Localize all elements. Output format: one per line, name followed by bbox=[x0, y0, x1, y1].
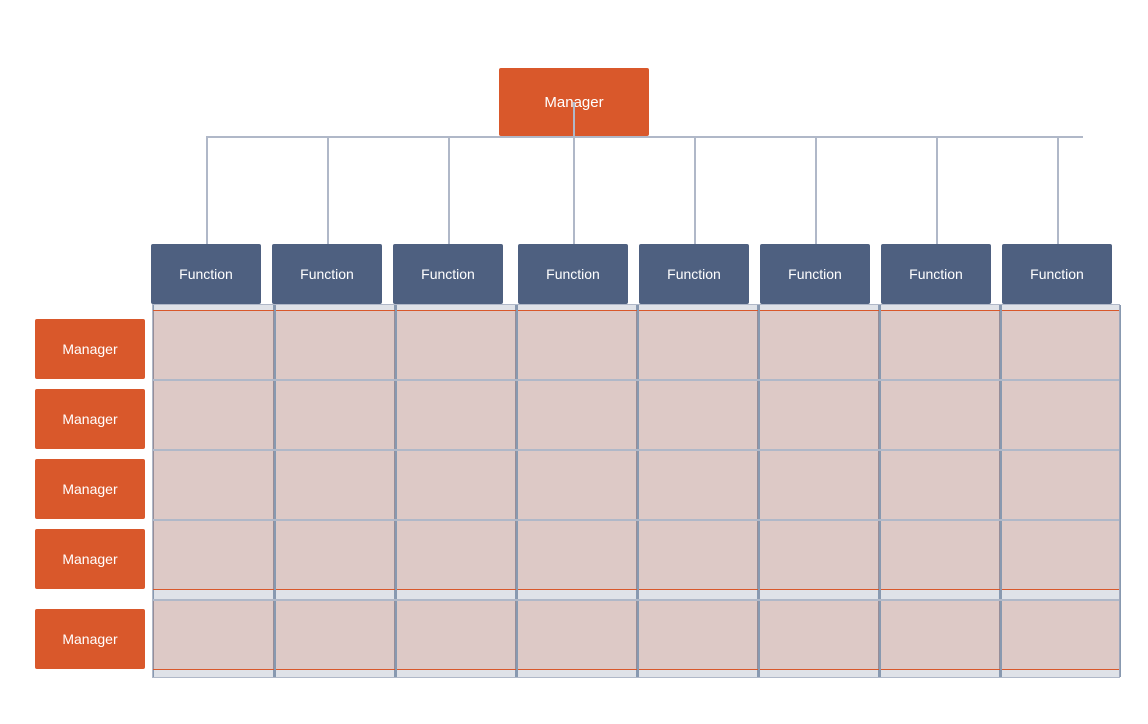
function-box-3[interactable]: Function bbox=[518, 244, 628, 304]
manager-left-label-0: Manager bbox=[62, 341, 117, 357]
function-box-5[interactable]: Function bbox=[760, 244, 870, 304]
grid-h-line-3 bbox=[153, 599, 1119, 601]
col-connector-7 bbox=[1057, 136, 1059, 244]
function-label-6: Function bbox=[909, 266, 963, 282]
manager-left-label-1: Manager bbox=[62, 411, 117, 427]
manager-left-label-2: Manager bbox=[62, 481, 117, 497]
function-label-4: Function bbox=[667, 266, 721, 282]
manager-left-3[interactable]: Manager bbox=[35, 529, 145, 589]
function-box-1[interactable]: Function bbox=[272, 244, 382, 304]
manager-left-1[interactable]: Manager bbox=[35, 389, 145, 449]
function-label-5: Function bbox=[788, 266, 842, 282]
function-box-2[interactable]: Function bbox=[393, 244, 503, 304]
grid-v-line-3 bbox=[637, 305, 639, 677]
grid-v-line-6 bbox=[1000, 305, 1002, 677]
row-band-1 bbox=[153, 380, 1119, 450]
col-connector-1 bbox=[327, 136, 329, 244]
function-box-7[interactable]: Function bbox=[1002, 244, 1112, 304]
col-connector-5 bbox=[815, 136, 817, 244]
row-band-0 bbox=[153, 310, 1119, 380]
manager-left-label-3: Manager bbox=[62, 551, 117, 567]
function-label-7: Function bbox=[1030, 266, 1084, 282]
function-label-2: Function bbox=[421, 266, 475, 282]
manager-left-2[interactable]: Manager bbox=[35, 459, 145, 519]
top-horizontal-connector bbox=[207, 136, 1083, 138]
grid-h-line-2 bbox=[153, 519, 1119, 521]
grid-v-line-0 bbox=[274, 305, 276, 677]
grid-v-line-5 bbox=[879, 305, 881, 677]
manager-left-0[interactable]: Manager bbox=[35, 319, 145, 379]
grid-area bbox=[152, 304, 1120, 678]
row-band-2 bbox=[153, 450, 1119, 520]
manager-left-label-4: Manager bbox=[62, 631, 117, 647]
grid-v-line-2 bbox=[516, 305, 518, 677]
row-band-3 bbox=[153, 520, 1119, 590]
manager-left-4[interactable]: Manager bbox=[35, 609, 145, 669]
function-label-1: Function bbox=[300, 266, 354, 282]
top-center-connector bbox=[573, 102, 575, 136]
function-box-6[interactable]: Function bbox=[881, 244, 991, 304]
grid-h-line-0 bbox=[153, 379, 1119, 381]
col-connector-0 bbox=[206, 136, 208, 244]
row-band-4 bbox=[153, 600, 1119, 670]
col-connector-3 bbox=[573, 136, 575, 244]
col-connector-6 bbox=[936, 136, 938, 244]
col-connector-4 bbox=[694, 136, 696, 244]
diagram-container: Manager Function Function Function Funct… bbox=[0, 0, 1148, 724]
grid-h-line-1 bbox=[153, 449, 1119, 451]
function-box-4[interactable]: Function bbox=[639, 244, 749, 304]
col-connector-2 bbox=[448, 136, 450, 244]
grid-v-line-1 bbox=[395, 305, 397, 677]
function-box-0[interactable]: Function bbox=[151, 244, 261, 304]
function-label-3: Function bbox=[546, 266, 600, 282]
grid-v-line-4 bbox=[758, 305, 760, 677]
function-label-0: Function bbox=[179, 266, 233, 282]
